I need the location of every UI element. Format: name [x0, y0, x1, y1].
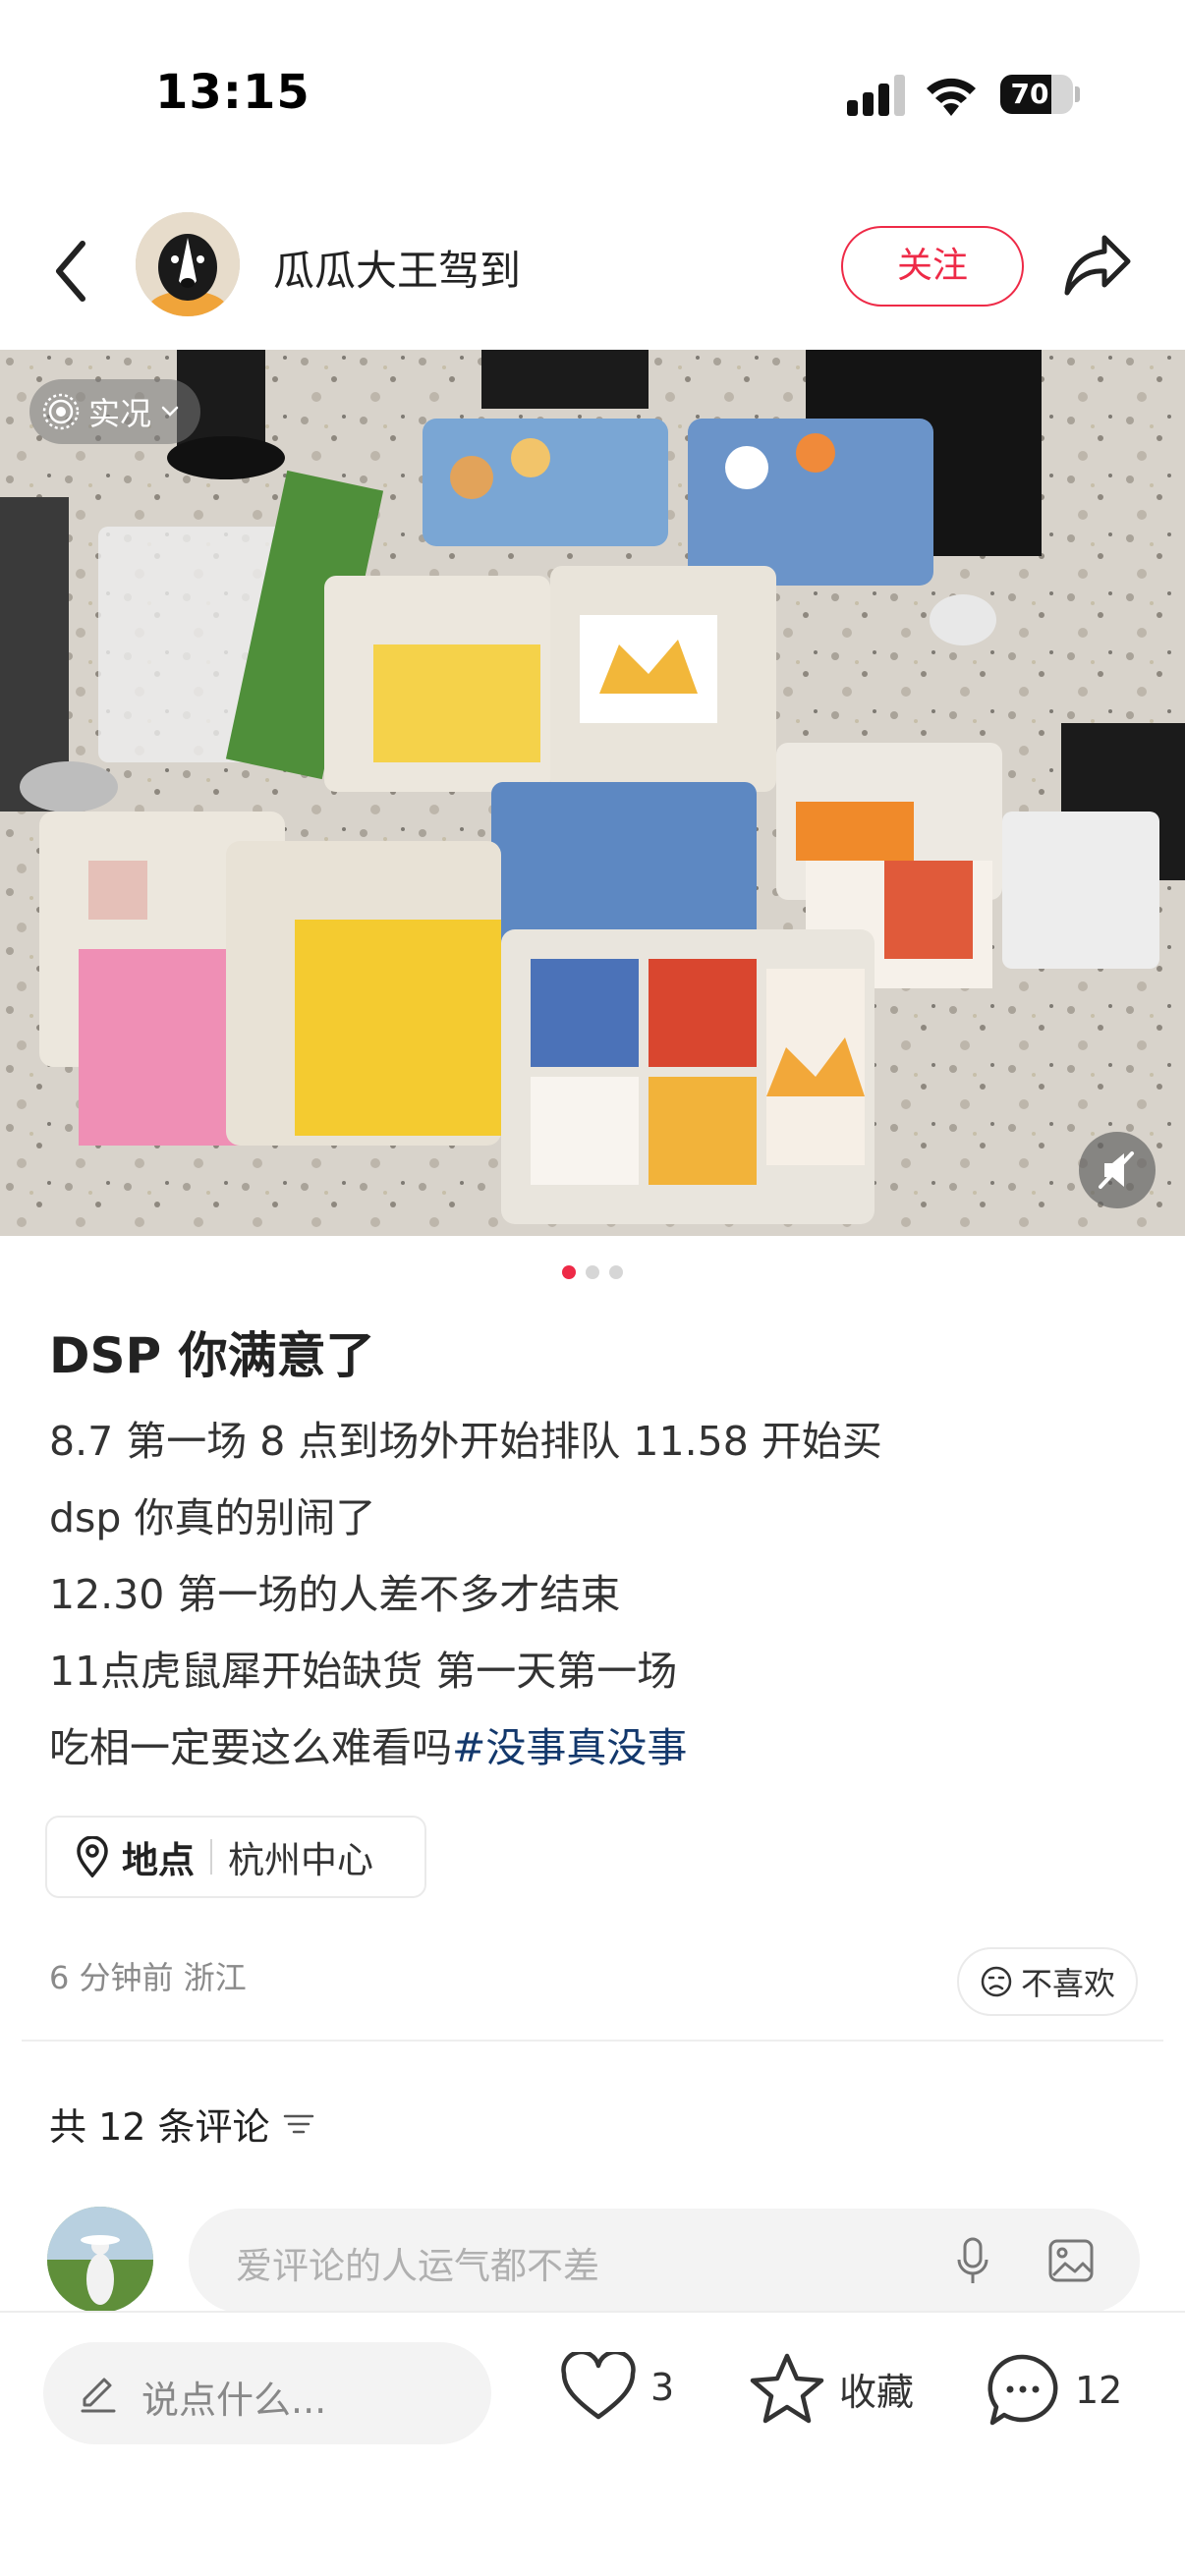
pencil-icon: [81, 2378, 116, 2413]
share-icon[interactable]: [1061, 230, 1134, 299]
speaker-muted-icon: [1099, 1151, 1134, 1189]
comment-input-placeholder: 爱评论的人运气都不差: [236, 2245, 599, 2287]
battery-level: 70: [1010, 78, 1049, 110]
collect-label: 收藏: [839, 2370, 915, 2414]
post-line: 12.30 第一场的人差不多才结束: [49, 1571, 621, 1618]
microphone-icon[interactable]: [955, 2236, 990, 2287]
star-icon: [750, 2353, 824, 2424]
carousel-dot: [586, 1265, 599, 1279]
wifi-icon: [927, 78, 976, 116]
live-photo-icon: [42, 393, 80, 430]
heart-icon: [561, 2352, 636, 2420]
post-line-text: 吃相一定要这么难看吗: [49, 1724, 452, 1771]
image-picker-icon[interactable]: [1047, 2238, 1095, 2283]
bottom-action-bar: 说点什么... 3 收藏 12: [0, 2311, 1185, 2576]
live-photo-label: 实况: [88, 395, 152, 432]
dislike-label: 不喜欢: [1020, 1965, 1115, 2002]
carousel-page-indicator: [0, 1265, 1185, 1279]
mute-button[interactable]: [1079, 1132, 1156, 1208]
post-line: 吃相一定要这么难看吗#没事真没事: [49, 1713, 1140, 1790]
say-something-input[interactable]: 说点什么...: [43, 2342, 491, 2444]
post-line: 11点虎鼠犀开始缺货 第一天第一场: [49, 1648, 678, 1695]
comment-count: 12: [1075, 2369, 1123, 2412]
location-chip[interactable]: 地点 杭州中心: [45, 1816, 426, 1898]
chevron-down-icon: [161, 406, 179, 417]
hashtag-link[interactable]: #没事真没事: [452, 1724, 687, 1771]
comment-button[interactable]: 12: [985, 2352, 1122, 2429]
collect-button[interactable]: 收藏: [749, 2352, 914, 2425]
author-name[interactable]: 瓜瓜大王驾到: [273, 238, 521, 298]
signal-icon: [847, 75, 905, 116]
like-button[interactable]: 3: [560, 2352, 674, 2423]
post-line: 8.7 第一场 8 点到场外开始排队 11.58 开始买: [49, 1418, 882, 1465]
say-something-placeholder: 说点什么...: [141, 2379, 327, 2422]
post-title: DSP 你满意了: [49, 1327, 375, 1384]
unhappy-face-icon: [981, 1966, 1012, 1997]
follow-button[interactable]: 关注: [841, 226, 1024, 307]
post-body: 8.7 第一场 8 点到场外开始排队 11.58 开始买 dsp 你真的别闹了 …: [49, 1407, 1140, 1790]
like-count: 3: [650, 2366, 675, 2409]
status-bar: 13:15 70: [0, 0, 1185, 187]
author-avatar[interactable]: [136, 212, 240, 316]
battery-indicator: 70: [1000, 75, 1080, 114]
user-avatar: [47, 2207, 153, 2313]
comment-input[interactable]: 爱评论的人运气都不差: [189, 2209, 1140, 2313]
post-photo[interactable]: 实况: [0, 350, 1185, 1236]
back-button[interactable]: [47, 232, 96, 310]
comment-bubble-icon: [988, 2354, 1058, 2426]
comment-count-header[interactable]: 共 12 条评论: [49, 2097, 315, 2151]
carousel-dot: [609, 1265, 623, 1279]
photo-illustration: [0, 350, 1185, 1236]
divider: [22, 2040, 1163, 2042]
post-line: dsp 你真的别闹了: [49, 1494, 376, 1541]
post-meta: 6 分钟前 浙江: [49, 1959, 247, 1996]
live-photo-badge[interactable]: 实况: [29, 379, 201, 444]
location-value: 杭州中心: [228, 1839, 373, 1881]
post-header: 瓜瓜大王驾到 关注: [0, 196, 1185, 344]
sort-icon: [283, 2114, 313, 2133]
location-label: 地点: [122, 1839, 195, 1881]
carousel-dot: [562, 1265, 576, 1279]
location-pin-icon: [77, 1836, 108, 1877]
comment-count-label: 共 12 条评论: [49, 2105, 270, 2149]
dislike-button[interactable]: 不喜欢: [957, 1947, 1138, 2016]
status-time: 13:15: [155, 65, 310, 120]
